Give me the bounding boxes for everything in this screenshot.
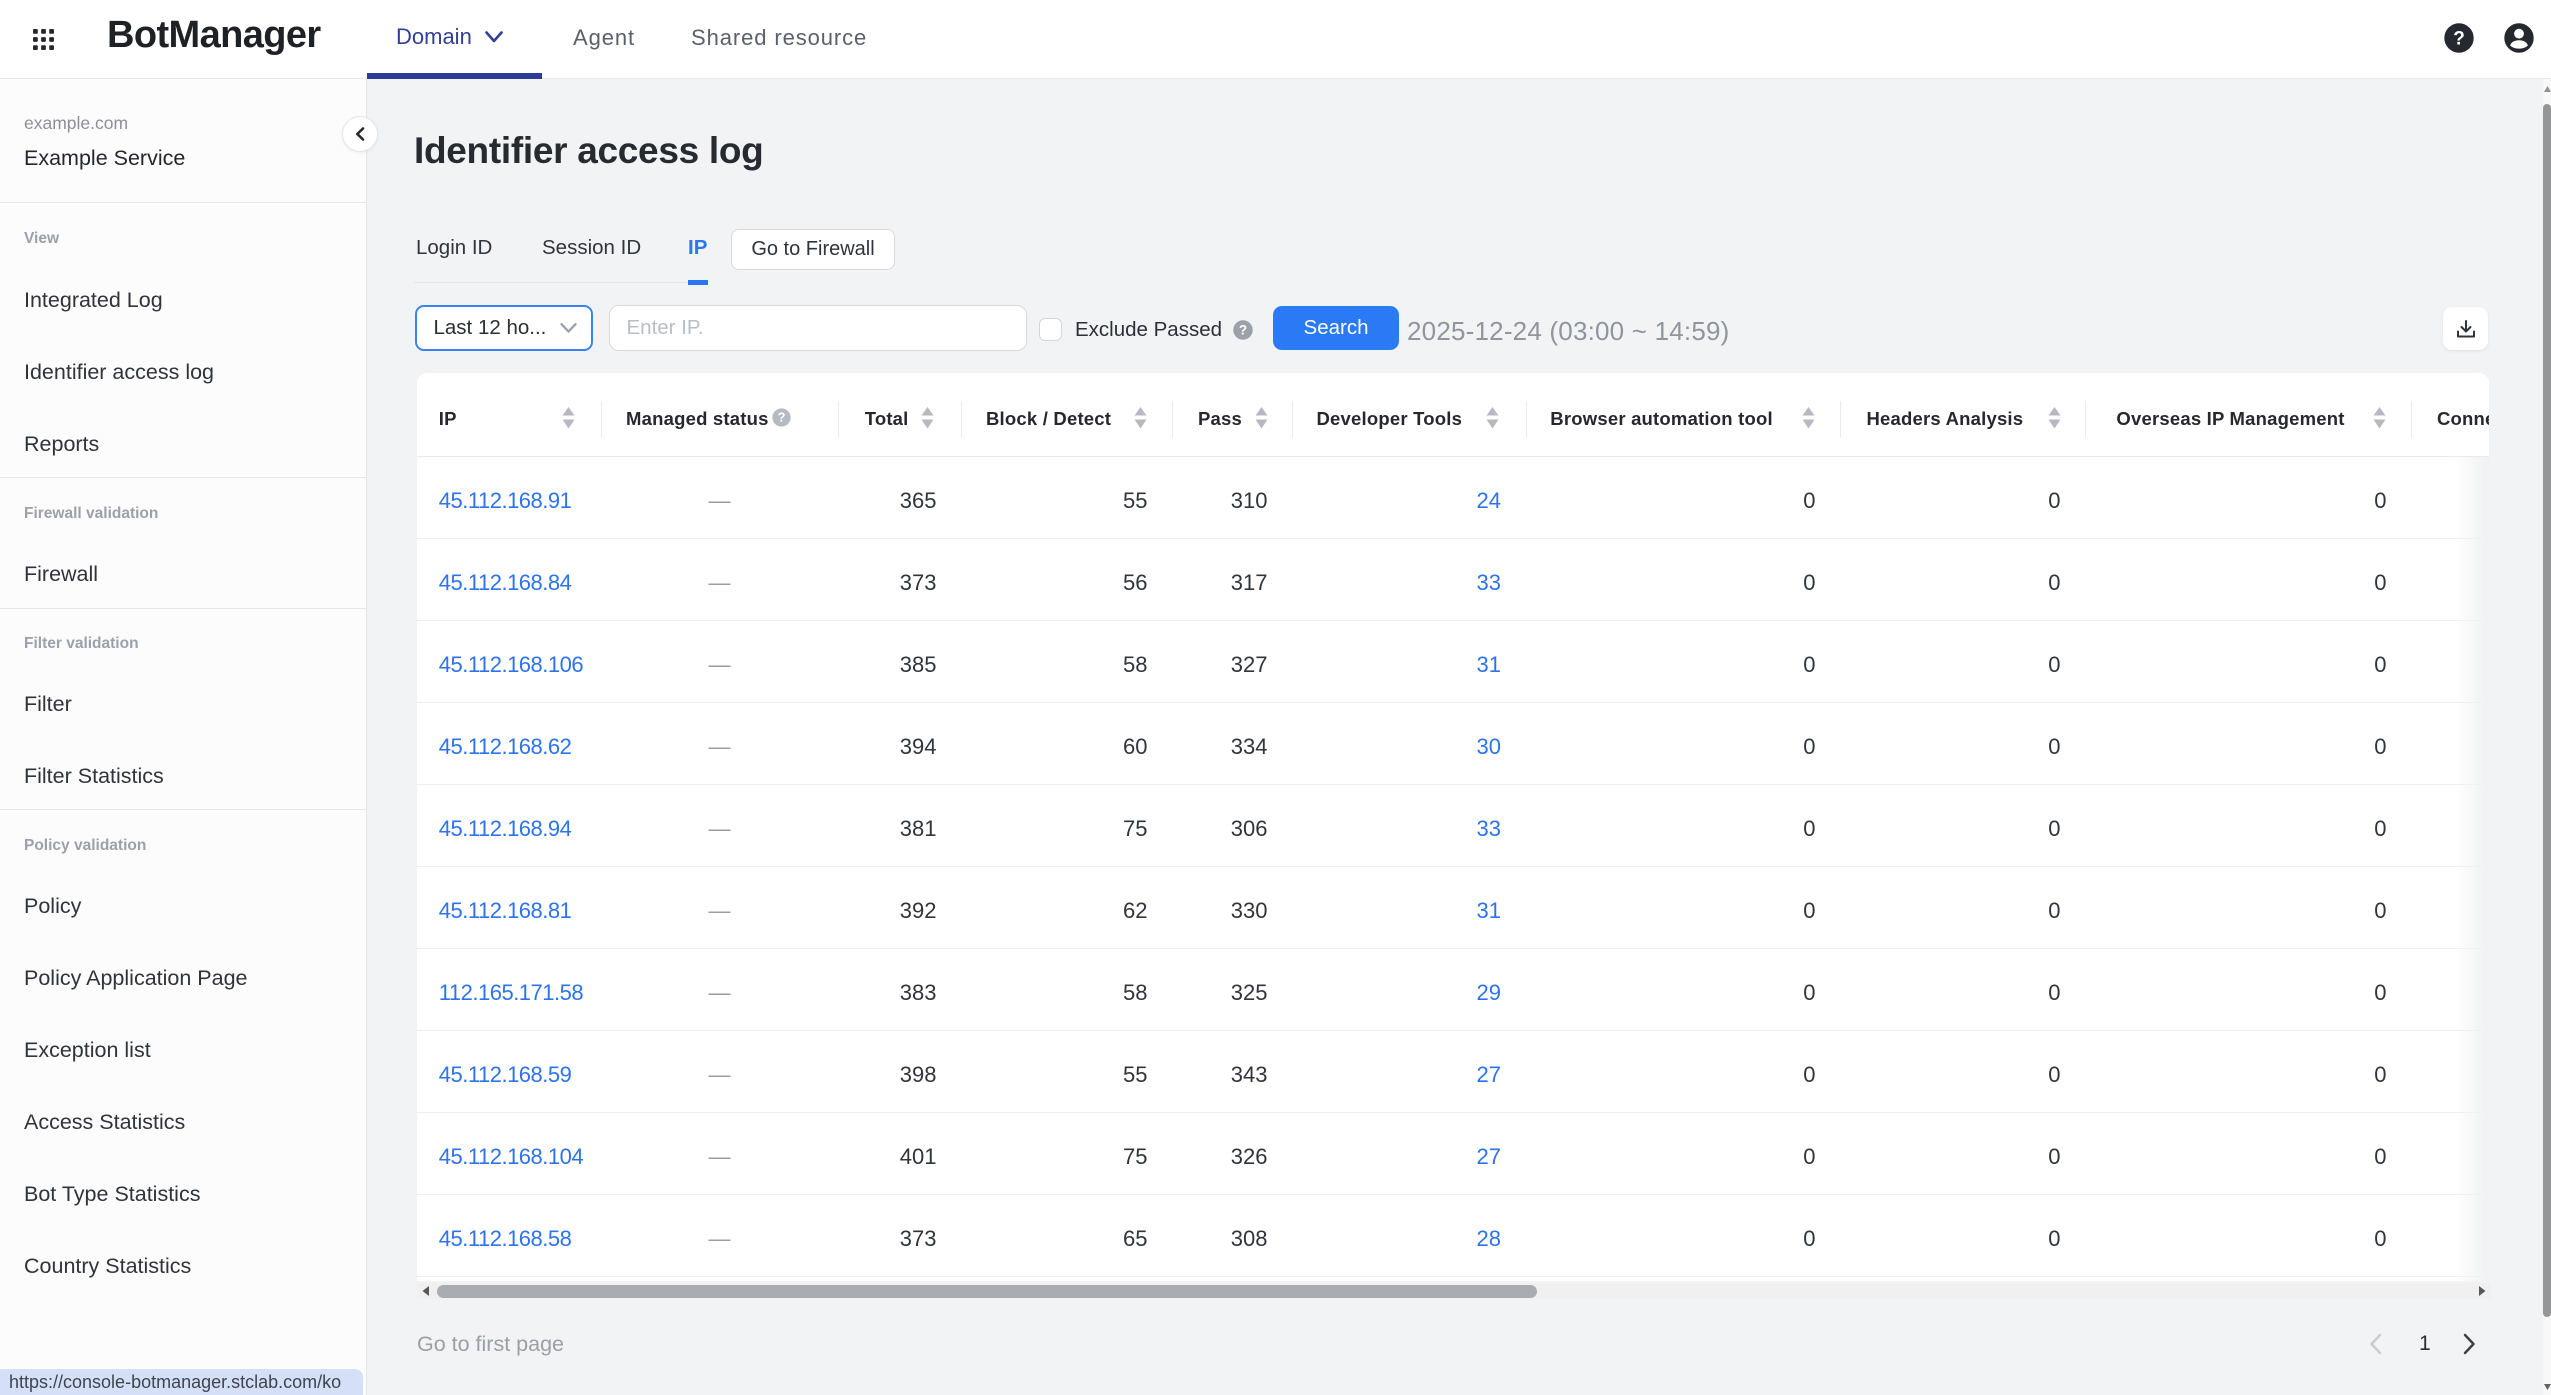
svg-text:?: ? [778,410,786,425]
svg-text:?: ? [1239,323,1247,338]
svg-text:?: ? [2453,29,2465,50]
